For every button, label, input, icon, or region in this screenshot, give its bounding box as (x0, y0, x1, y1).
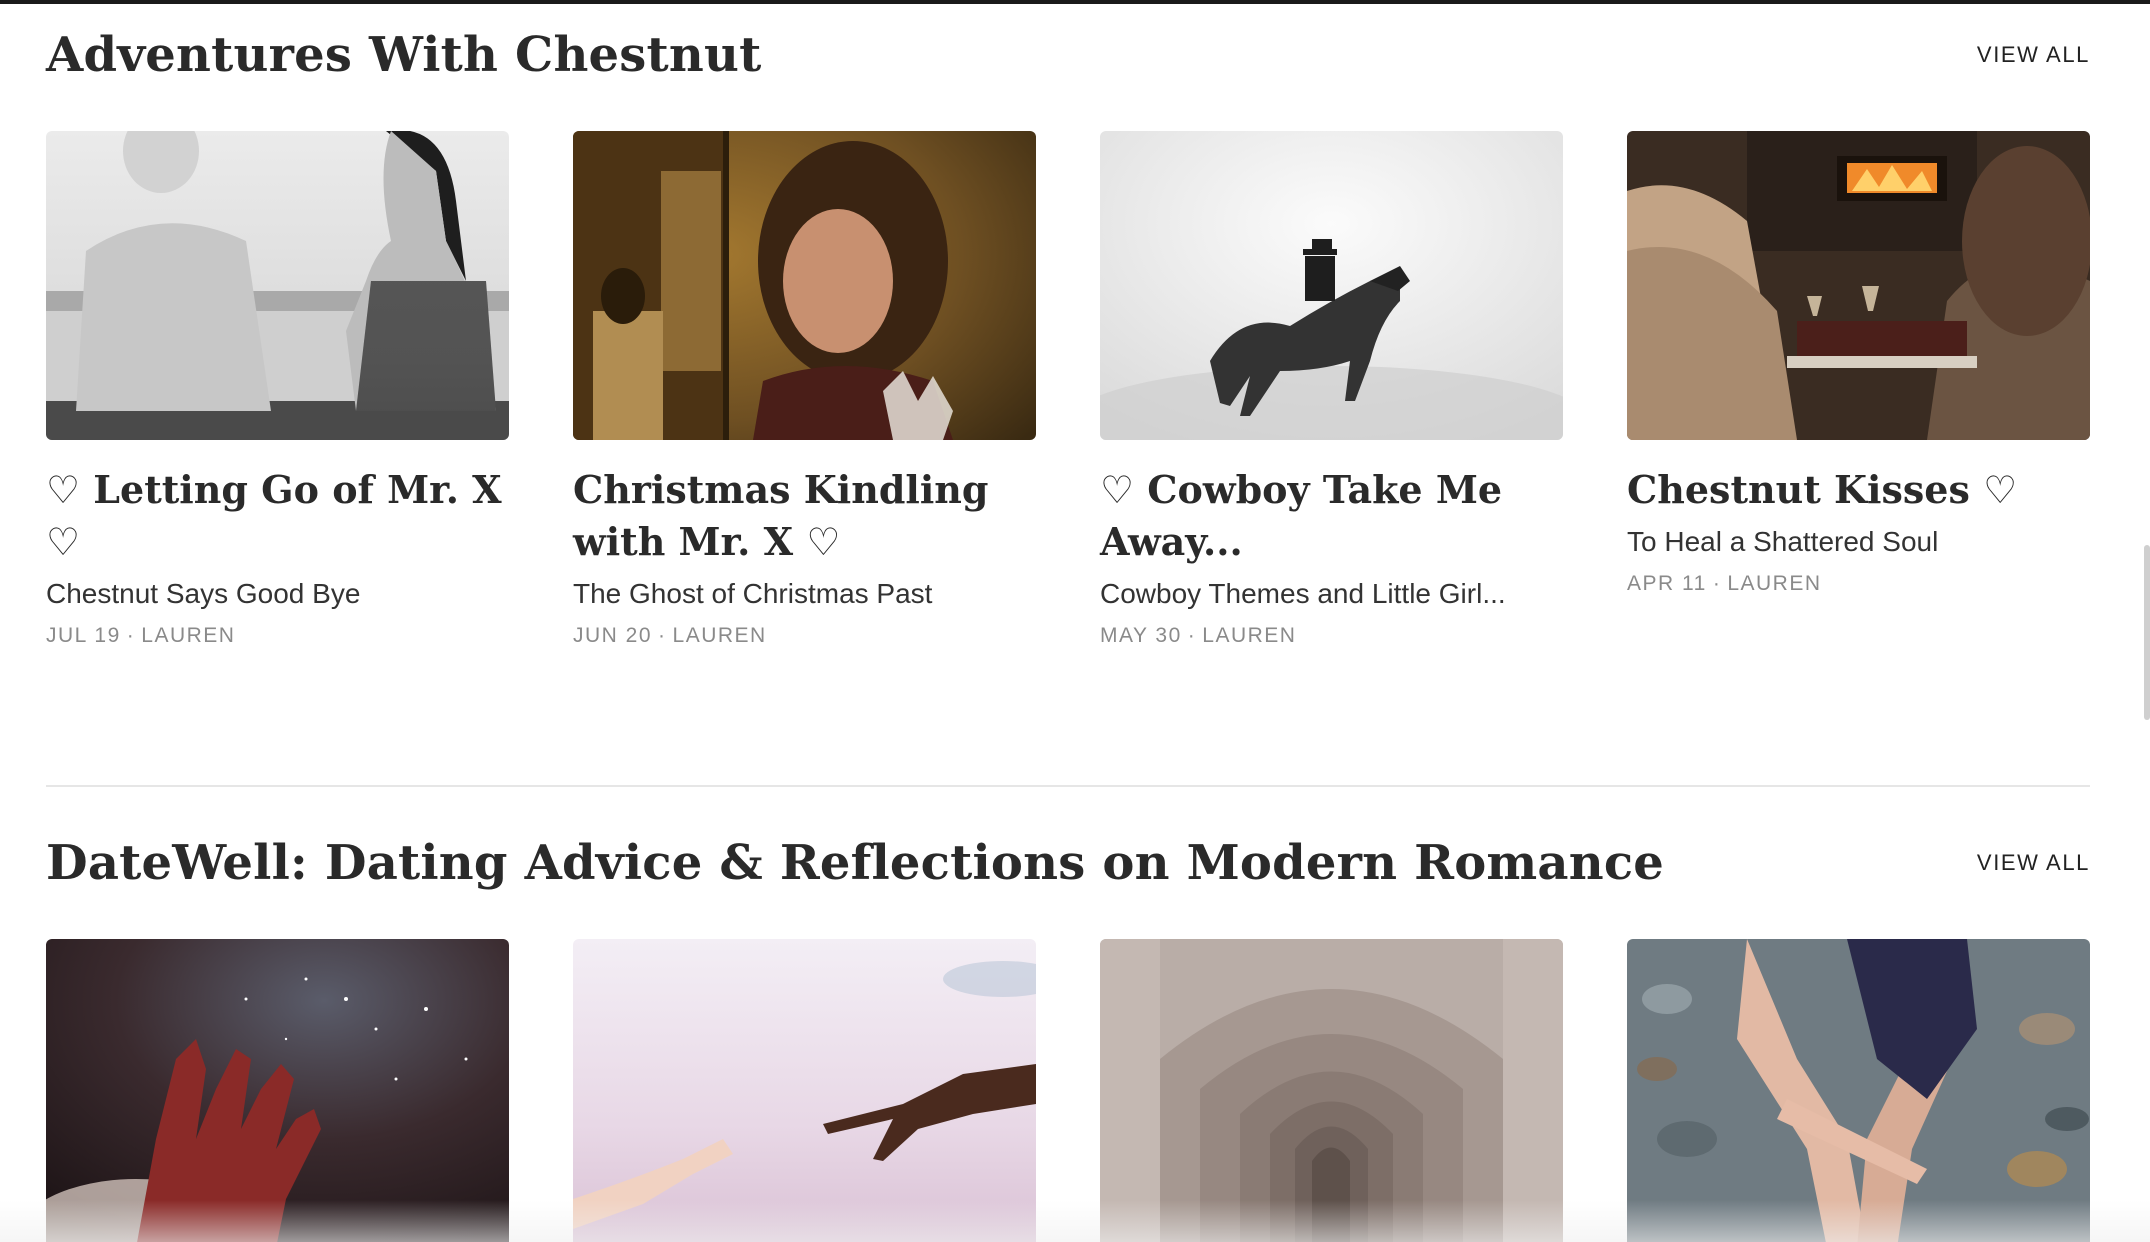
post-card[interactable] (46, 939, 509, 1242)
post-card[interactable]: Chestnut Kisses ♡ To Heal a Shattered So… (1627, 131, 2090, 596)
post-meta: JUL 19 · LAUREN (46, 624, 509, 648)
top-border (0, 0, 2150, 4)
meta-separator: · (1712, 572, 1722, 595)
post-thumbnail[interactable] (1627, 939, 2090, 1242)
post-meta: APR 11 · LAUREN (1627, 572, 2090, 596)
post-date: MAY 30 (1100, 624, 1182, 647)
post-thumbnail[interactable] (573, 131, 1036, 440)
post-card[interactable]: Christmas Kindling with Mr. X ♡ The Ghos… (573, 131, 1036, 648)
post-subtitle[interactable]: Chestnut Says Good Bye (46, 574, 509, 614)
section-divider (46, 785, 2090, 787)
post-thumbnail[interactable] (1100, 131, 1563, 440)
post-title[interactable]: ♡ Cowboy Take Me Away... (1100, 464, 1563, 568)
post-card[interactable] (573, 939, 1036, 1242)
post-author[interactable]: LAUREN (1727, 572, 1821, 595)
section-header: DateWell: Dating Advice & Reflections on… (46, 828, 2090, 898)
meta-separator: · (1187, 624, 1197, 647)
post-author[interactable]: LAUREN (141, 624, 235, 647)
post-thumbnail[interactable] (573, 939, 1036, 1242)
post-title[interactable]: Christmas Kindling with Mr. X ♡ (573, 464, 1036, 568)
post-meta: JUN 20 · LAUREN (573, 624, 1036, 648)
section-datewell: DateWell: Dating Advice & Reflections on… (46, 828, 2090, 1242)
post-date: JUL 19 (46, 624, 121, 647)
post-card[interactable]: ♡ Cowboy Take Me Away... Cowboy Themes a… (1100, 131, 1563, 648)
post-date: APR 11 (1627, 572, 1707, 595)
post-thumbnail[interactable] (46, 131, 509, 440)
post-title[interactable]: ♡ Letting Go of Mr. X ♡ (46, 464, 509, 568)
post-author[interactable]: LAUREN (673, 624, 767, 647)
post-card[interactable]: ♡ Letting Go of Mr. X ♡ Chestnut Says Go… (46, 131, 509, 648)
post-subtitle[interactable]: Cowboy Themes and Little Girl... (1100, 574, 1563, 614)
view-all-link[interactable]: VIEW ALL (1977, 42, 2090, 68)
post-subtitle[interactable]: To Heal a Shattered Soul (1627, 522, 2090, 562)
meta-separator: · (658, 624, 667, 647)
view-all-link[interactable]: VIEW ALL (1977, 850, 2090, 876)
post-author[interactable]: LAUREN (1202, 624, 1296, 647)
post-thumbnail[interactable] (1100, 939, 1563, 1242)
post-title[interactable]: Chestnut Kisses ♡ (1627, 464, 2090, 516)
section-title: Adventures With Chestnut (46, 27, 762, 83)
section-title: DateWell: Dating Advice & Reflections on… (46, 835, 1664, 891)
post-card[interactable] (1100, 939, 1563, 1242)
meta-separator: · (126, 624, 136, 647)
post-meta: MAY 30 · LAUREN (1100, 624, 1563, 648)
scrollbar-thumb[interactable] (2144, 545, 2150, 720)
post-thumbnail[interactable] (1627, 131, 2090, 440)
post-subtitle[interactable]: The Ghost of Christmas Past (573, 574, 1036, 614)
section-header: Adventures With Chestnut VIEW ALL (46, 20, 2090, 90)
post-thumbnail[interactable] (46, 939, 509, 1242)
post-card[interactable] (1627, 939, 2090, 1242)
section-adventures-with-chestnut: Adventures With Chestnut VIEW ALL ♡ Lett… (46, 20, 2090, 647)
post-date: JUN 20 (573, 624, 653, 647)
